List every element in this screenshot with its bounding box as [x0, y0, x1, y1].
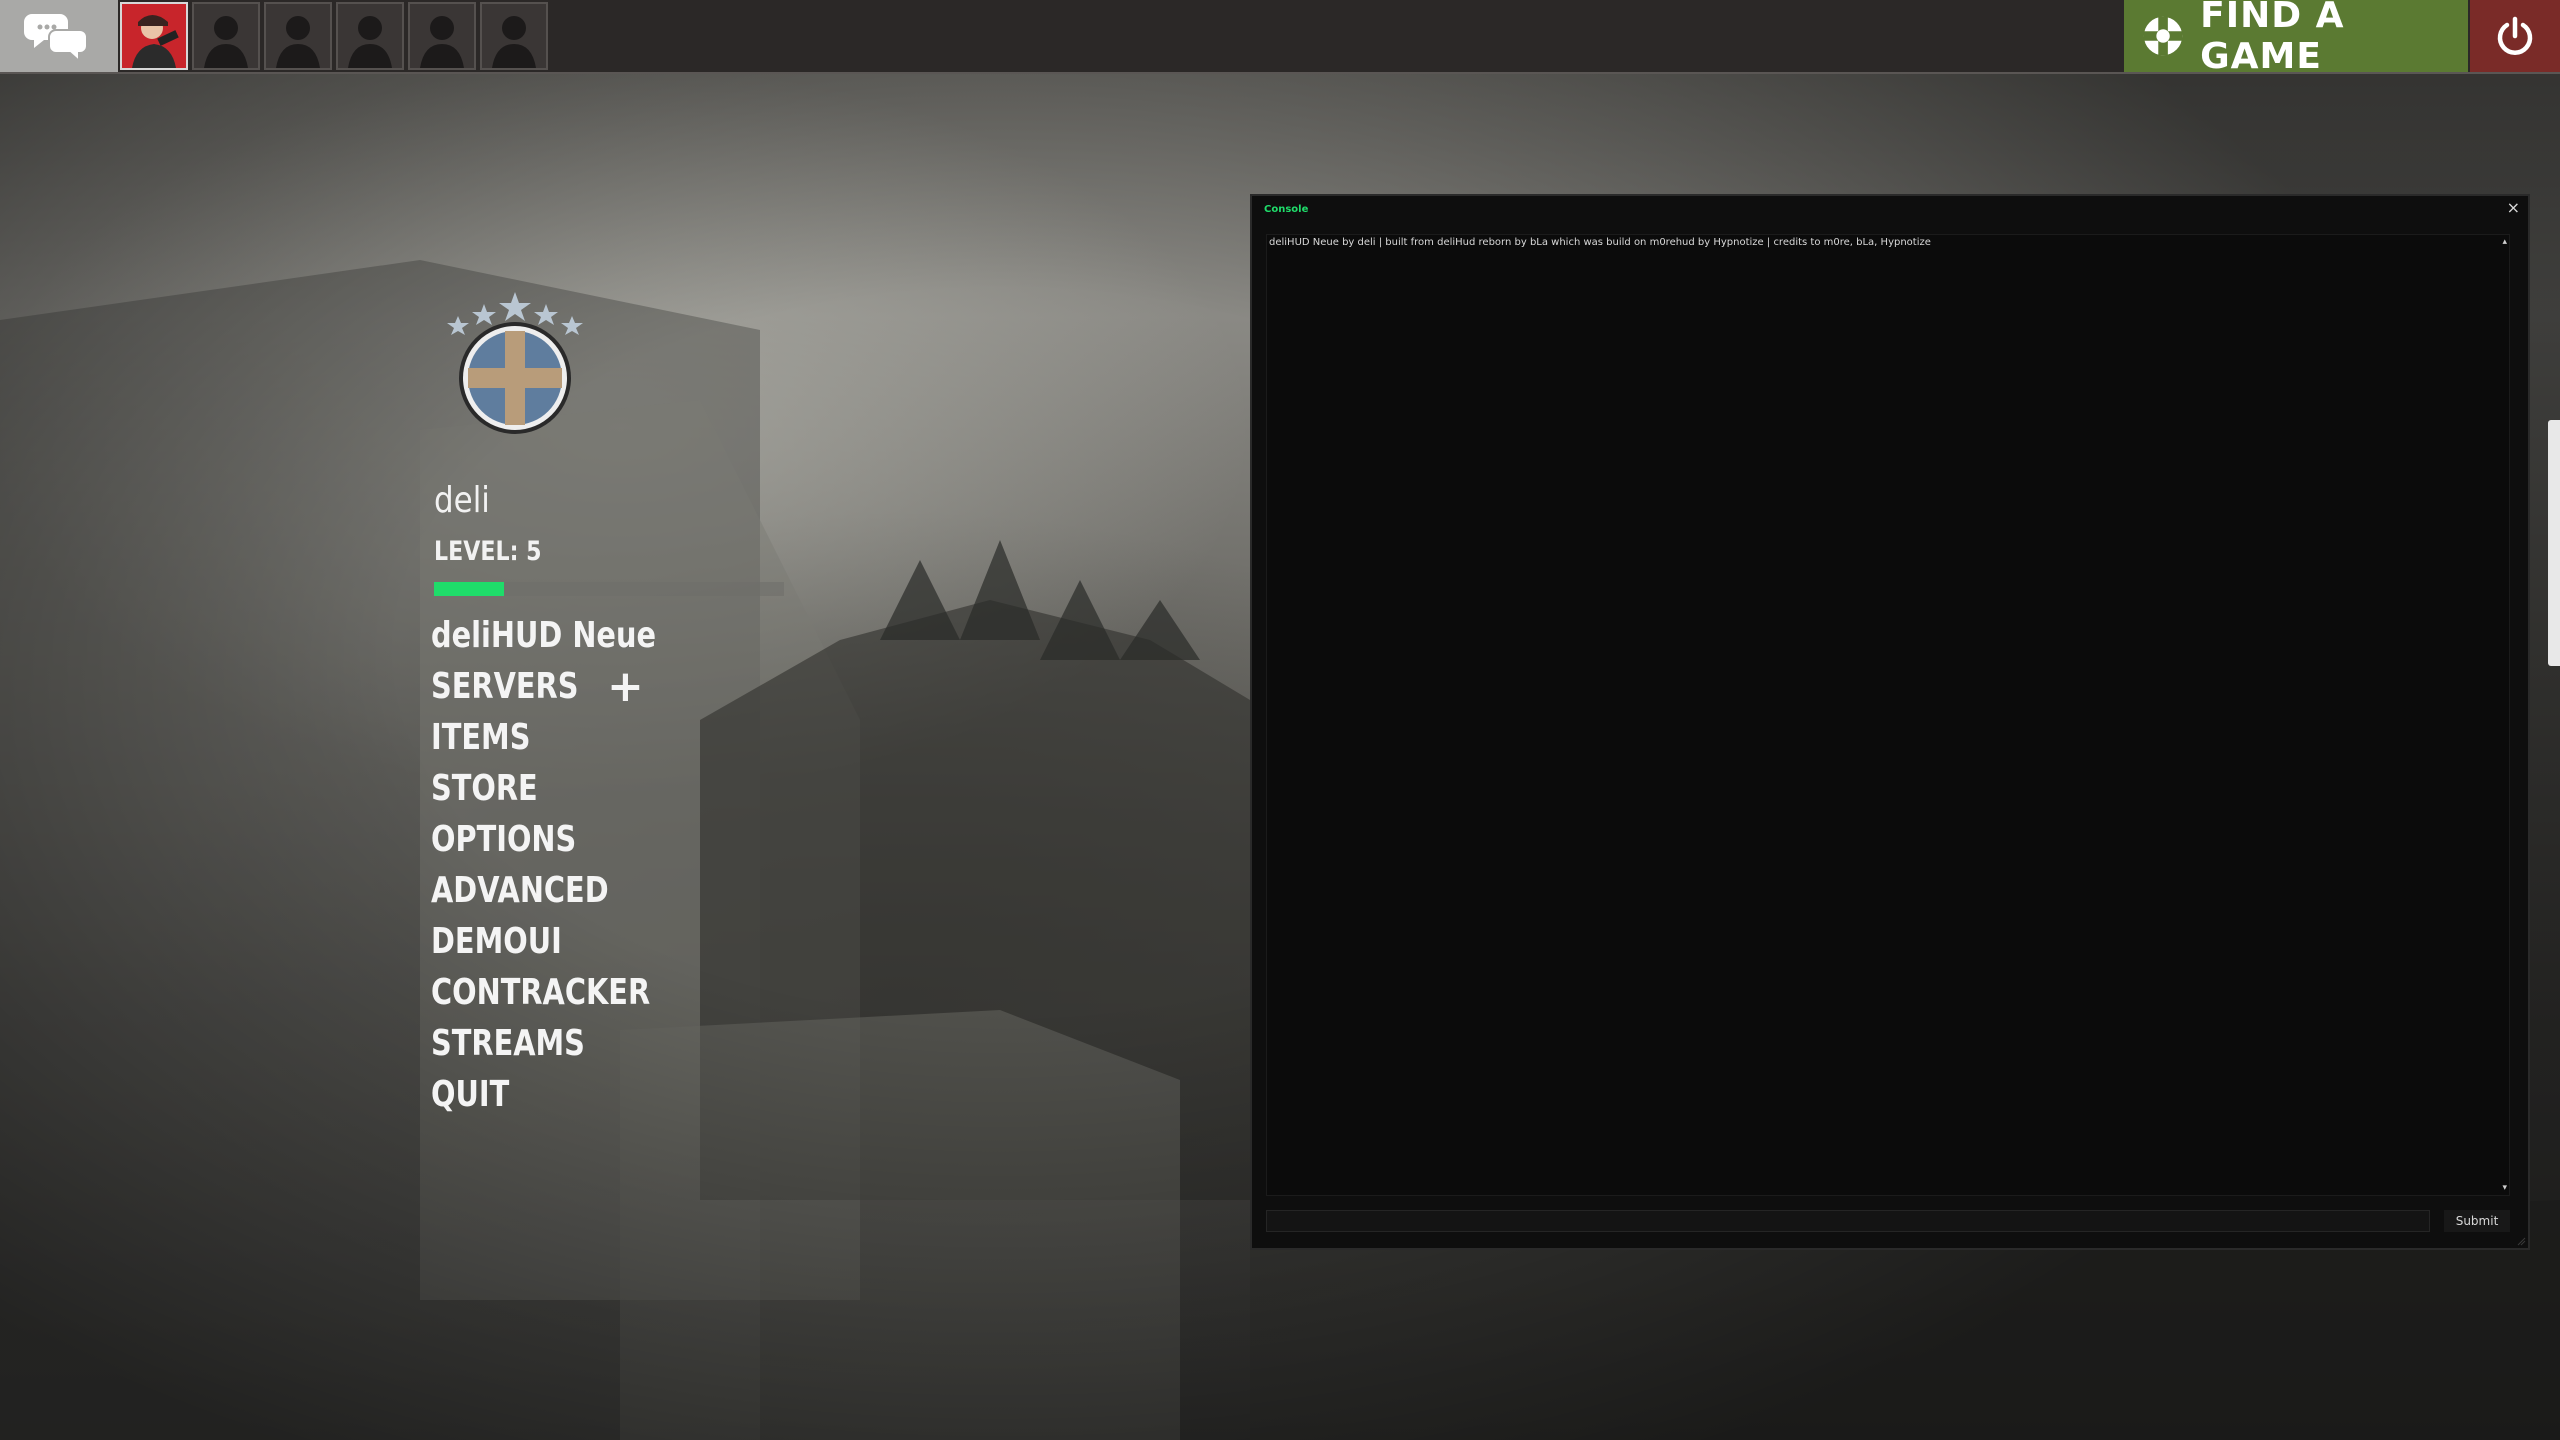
menu-item-servers[interactable]: SERVERS +	[431, 661, 712, 712]
silhouette-icon	[492, 16, 536, 68]
party-slot-player[interactable]	[120, 2, 188, 70]
chat-button[interactable]	[0, 0, 118, 72]
silhouette-icon	[204, 16, 248, 68]
console-title: Console	[1264, 204, 1309, 215]
menu-item-contracker[interactable]: CONTRACKER	[431, 967, 712, 1018]
menu-item-options[interactable]: OPTIONS	[431, 814, 712, 865]
party-slot-empty[interactable]	[192, 2, 260, 70]
find-a-game-label: FIND A GAME	[2200, 0, 2345, 77]
xp-progress-fill	[434, 582, 504, 596]
console-window: Console × deliHUD Neue by deli | built f…	[1250, 194, 2530, 1250]
scroll-up-icon[interactable]: ▴	[2502, 237, 2507, 247]
console-output: deliHUD Neue by deli | built from deliHu…	[1266, 234, 2510, 1196]
menu-item-items[interactable]: ITEMS	[431, 712, 712, 763]
tf2-logo-icon	[2143, 16, 2183, 56]
add-server-icon[interactable]: +	[607, 661, 644, 712]
menu-item-quit[interactable]: QUIT	[431, 1069, 712, 1120]
console-submit-button[interactable]: Submit	[2444, 1210, 2510, 1232]
xp-progress-bar	[434, 582, 784, 596]
party-slot-empty[interactable]	[480, 2, 548, 70]
console-output-line: deliHUD Neue by deli | built from deliHu…	[1269, 237, 1931, 248]
silhouette-icon	[420, 16, 464, 68]
chat-bubbles-icon	[24, 14, 88, 64]
rank-emblem-icon	[447, 292, 583, 434]
silhouette-icon	[276, 16, 320, 68]
console-command-input[interactable]	[1266, 1210, 2430, 1232]
resize-grip-icon[interactable]	[2516, 1236, 2526, 1246]
menu-item-store[interactable]: STORE	[431, 763, 712, 814]
page-scrollbar[interactable]	[2548, 420, 2560, 666]
party-slot-empty[interactable]	[408, 2, 476, 70]
close-icon[interactable]: ×	[2507, 198, 2520, 217]
menu-item-demoui[interactable]: DEMOUI	[431, 916, 712, 967]
main-menu-screen: FIND A GAME deli LEVEL: 5 deliHUD Neue S…	[0, 0, 2560, 1440]
player-level: LEVEL: 5	[434, 536, 542, 567]
scroll-down-icon[interactable]: ▾	[2502, 1183, 2507, 1193]
menu-item-streams[interactable]: STREAMS	[431, 1018, 712, 1069]
silhouette-icon	[348, 16, 392, 68]
main-menu: deliHUD Neue SERVERS + ITEMS STORE OPTION…	[431, 610, 712, 1120]
quit-game-button[interactable]	[2470, 0, 2560, 72]
player-name: deli	[434, 480, 490, 521]
top-bar: FIND A GAME	[0, 0, 2560, 77]
menu-item-delihud[interactable]: deliHUD Neue	[431, 610, 712, 661]
party-slot-empty[interactable]	[336, 2, 404, 70]
find-a-game-button[interactable]: FIND A GAME	[2124, 0, 2468, 77]
power-icon	[2497, 16, 2533, 55]
party-slot-empty[interactable]	[264, 2, 332, 70]
player-avatar	[122, 4, 186, 68]
menu-item-advanced[interactable]: ADVANCED	[431, 865, 712, 916]
